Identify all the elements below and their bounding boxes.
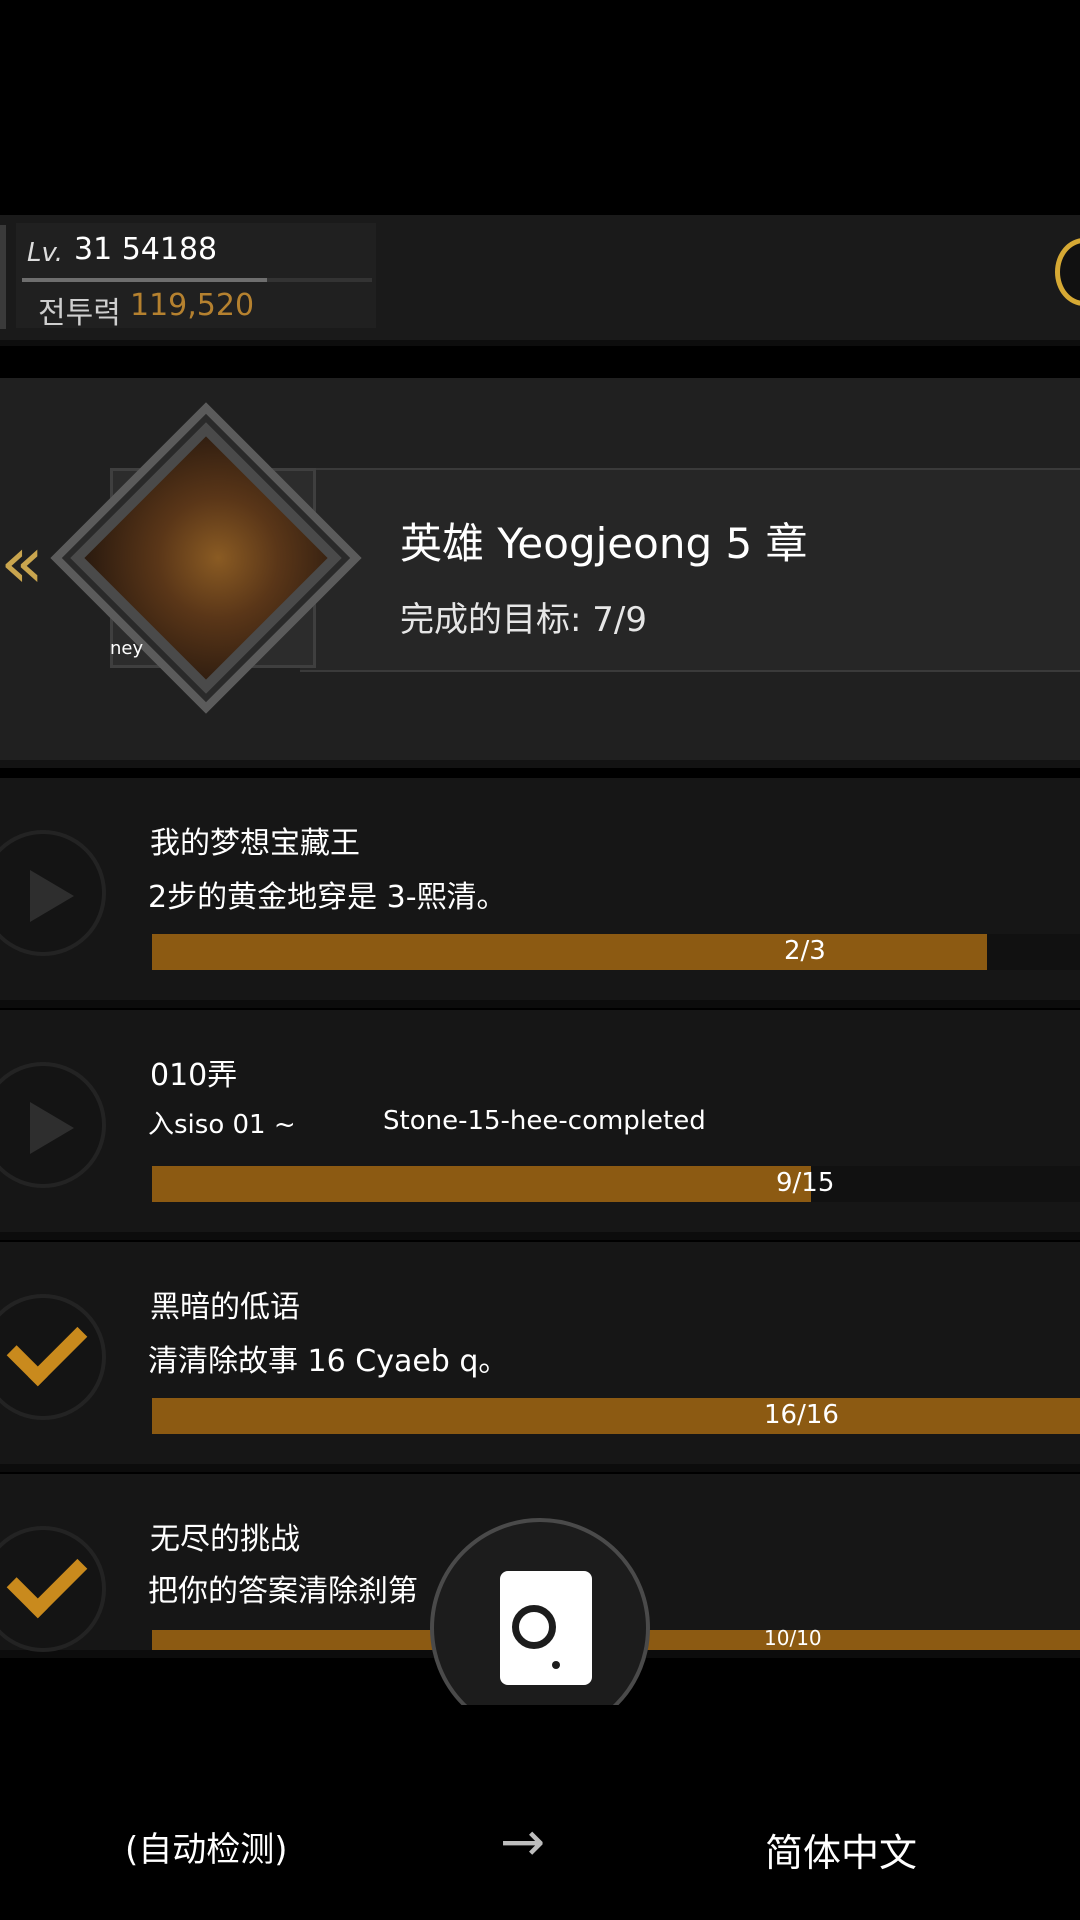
camera-dot-icon: [552, 1661, 560, 1669]
chapter-progress: 完成的目标: 7/9: [400, 600, 647, 640]
experience-bar: [22, 278, 372, 282]
double-chevron-left-icon[interactable]: «: [0, 522, 48, 602]
mission-progress-text: 10/10: [764, 1626, 822, 1650]
mission-title: 我的梦想宝藏王: [150, 826, 360, 861]
play-icon[interactable]: [0, 830, 106, 956]
source-language-selector[interactable]: (自动检测): [125, 1822, 288, 1871]
mission-progress-bar: 16/16: [152, 1398, 1080, 1434]
power-value: 119,520: [130, 288, 255, 323]
mission-progress-text: 2/3: [784, 936, 826, 966]
mission-description: 入siso 01 ~: [148, 1110, 296, 1140]
mission-row[interactable]: 010弄 入siso 01 ~ Stone-15-hee-completed 9…: [0, 1010, 1080, 1240]
mission-progress-fill: [152, 1166, 811, 1202]
mission-extra-text: Stone-15-hee-completed: [383, 1106, 706, 1136]
play-icon[interactable]: [0, 1062, 106, 1188]
mission-progress-bar: 9/15: [152, 1166, 1080, 1202]
checkmark-icon: [0, 1294, 106, 1420]
mission-row[interactable]: 黑暗的低语 清清除故事 16 Cyaeb q。 16/16: [0, 1242, 1080, 1472]
mission-title: 黑暗的低语: [150, 1290, 300, 1325]
arrow-right-icon[interactable]: →: [500, 1810, 545, 1873]
camera-icon[interactable]: [500, 1571, 592, 1685]
mission-progress-text: 16/16: [764, 1400, 839, 1430]
mission-title: 无尽的挑战: [150, 1522, 300, 1557]
checkmark-icon: [0, 1526, 106, 1652]
level-label: Lv.: [27, 238, 64, 268]
camera-lens-icon: [512, 1605, 556, 1649]
side-tab[interactable]: [0, 225, 6, 329]
chapter-title: 英雄 Yeogjeong 5 章: [400, 519, 808, 568]
mission-row[interactable]: 我的梦想宝藏王 2步的黄金地穿是 3-熙清。 2/3: [0, 778, 1080, 1008]
target-language-selector[interactable]: 简体中文: [765, 1822, 917, 1877]
mission-description: 2步的黄金地穿是 3-熙清。: [148, 880, 507, 915]
mission-progress-fill: [152, 1398, 1080, 1434]
emblem-caption: ney: [110, 638, 144, 659]
mission-description: 把你的答案清除刹第: [148, 1574, 418, 1609]
power-label: 전투력: [38, 296, 121, 331]
mission-description: 清清除故事 16 Cyaeb q。: [148, 1344, 509, 1379]
experience-bar-fill: [22, 278, 267, 282]
mission-progress-fill: [152, 934, 988, 970]
mission-progress-bar: 2/3: [152, 934, 1080, 970]
mission-title: 010弄: [150, 1058, 238, 1093]
mission-progress-text: 9/15: [776, 1168, 835, 1198]
level-value: 31 54188: [74, 232, 218, 267]
